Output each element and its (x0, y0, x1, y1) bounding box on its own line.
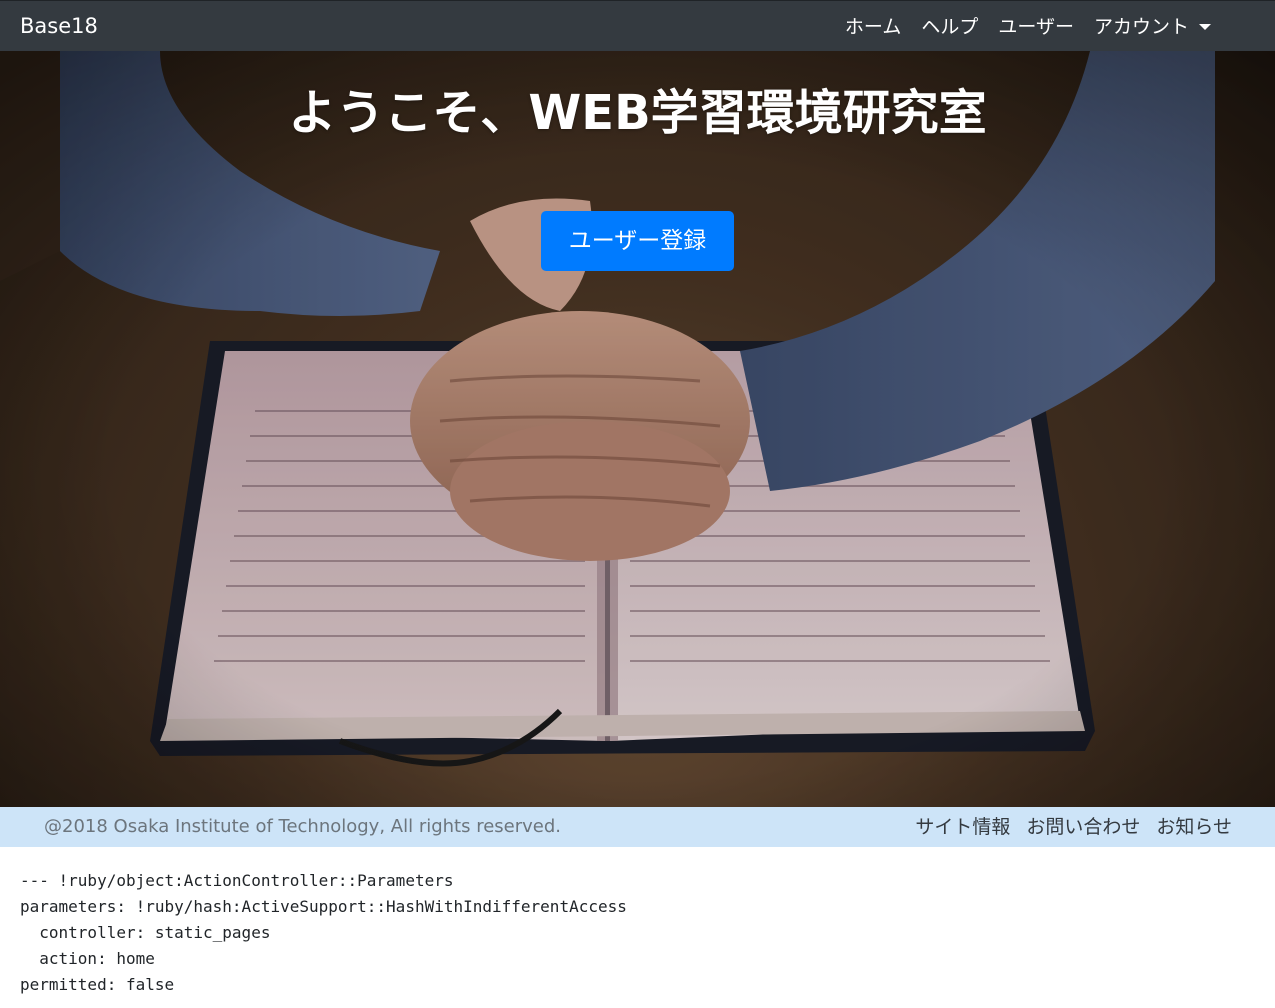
nav-links: ホーム ヘルプ ユーザー アカウント (845, 13, 1211, 41)
nav-dropdown-account-label: アカウント (1093, 16, 1189, 38)
nav-link-home[interactable]: ホーム (845, 14, 901, 40)
brand-link[interactable]: Base18 (20, 13, 98, 39)
hero-title-bold: WEB (528, 85, 651, 141)
footer-link-news[interactable]: お知らせ (1156, 815, 1232, 839)
debug-params: --- !ruby/object:ActionController::Param… (20, 868, 1250, 998)
signup-button[interactable]: ユーザー登録 (541, 211, 734, 271)
hero-title-suffix: 学習環境研究室 (650, 85, 987, 141)
top-navbar: Base18 ホーム ヘルプ ユーザー アカウント (0, 0, 1275, 51)
caret-down-icon (1199, 24, 1211, 30)
copyright-text: @2018 Osaka Institute of Technology, All… (44, 816, 562, 837)
debug-line: --- !ruby/object:ActionController::Param… (20, 871, 454, 890)
debug-line: permitted: false (20, 975, 175, 994)
nav-link-users[interactable]: ユーザー (998, 14, 1074, 40)
footer-link-about[interactable]: サイト情報 (915, 815, 1010, 839)
debug-line: parameters: !ruby/hash:ActiveSupport::Ha… (20, 897, 627, 916)
nav-link-help[interactable]: ヘルプ (921, 14, 978, 40)
debug-line: controller: static_pages (20, 923, 271, 942)
footer-link-contact[interactable]: お問い合わせ (1026, 815, 1140, 839)
hero-background-image (0, 51, 1275, 807)
hero-title-prefix: ようこそ、 (288, 85, 529, 141)
hero-section: ようこそ、WEB学習環境研究室 ユーザー登録 (0, 51, 1275, 807)
hero-title: ようこそ、WEB学習環境研究室 (0, 81, 1275, 145)
footer: @2018 Osaka Institute of Technology, All… (0, 807, 1275, 847)
footer-links: サイト情報 お問い合わせ お知らせ (915, 815, 1232, 839)
nav-dropdown-account[interactable]: アカウント (1094, 14, 1211, 40)
debug-line: action: home (20, 949, 155, 968)
